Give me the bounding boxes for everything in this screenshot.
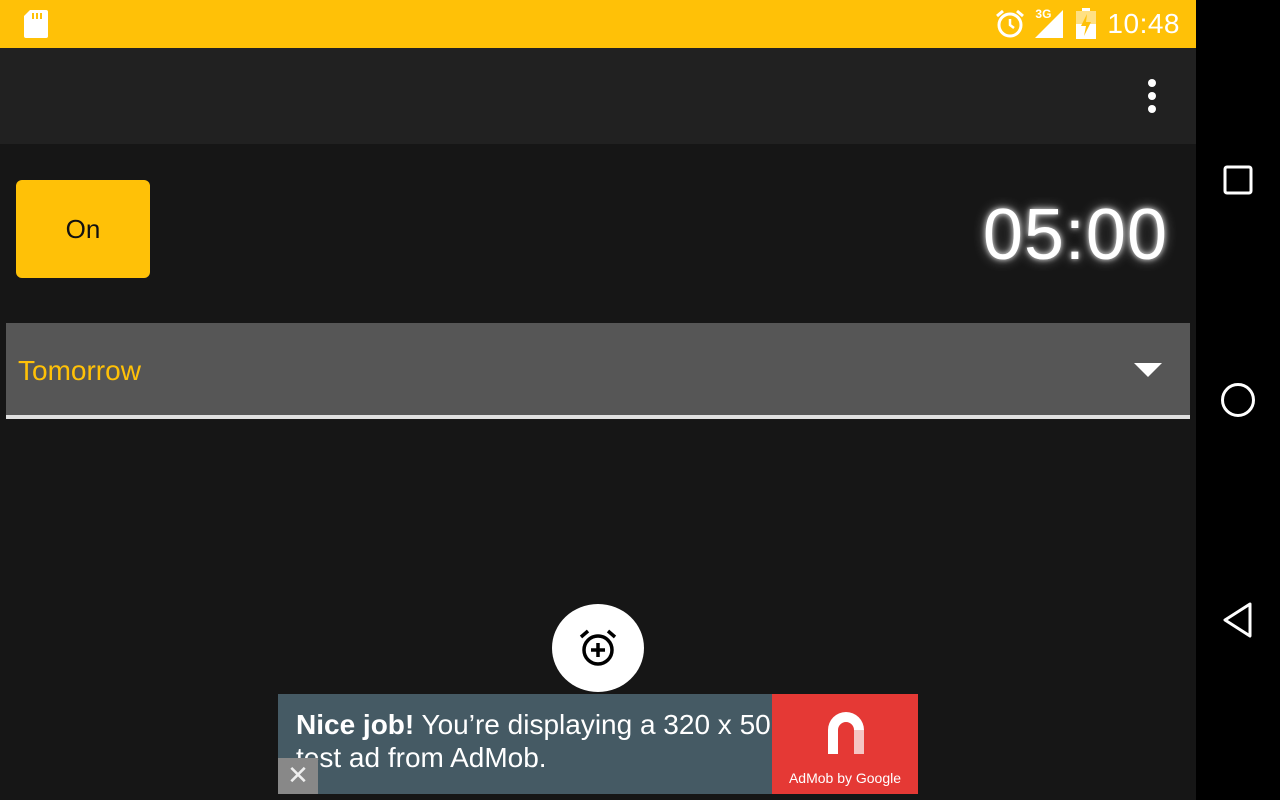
status-clock: 10:48 bbox=[1107, 8, 1180, 39]
admob-caption: AdMob by Google bbox=[788, 770, 902, 786]
add-alarm-icon bbox=[579, 629, 617, 666]
alarm-icon bbox=[996, 9, 1025, 38]
admob-logo: AdMob by Google bbox=[772, 694, 918, 794]
ad-banner[interactable]: Nice job! You’re displaying a 320 x 50 t… bbox=[278, 694, 918, 794]
ad-headline-bold: Nice job! bbox=[296, 709, 415, 740]
overflow-dot bbox=[1148, 92, 1156, 100]
app-bar bbox=[0, 48, 1196, 144]
network-type-label: 3G bbox=[1035, 7, 1052, 21]
navigation-bar bbox=[1196, 0, 1280, 800]
battery-charging-icon bbox=[1076, 8, 1097, 39]
alarm-toggle-button[interactable]: On bbox=[16, 180, 150, 278]
overflow-dot bbox=[1148, 79, 1156, 87]
day-selection-value: Tomorrow bbox=[18, 355, 141, 386]
ad-text: Nice job! You’re displaying a 320 x 50 t… bbox=[296, 708, 776, 774]
sd-card-icon bbox=[24, 10, 48, 38]
dropdown-arrow-icon bbox=[1134, 363, 1162, 377]
status-bar: 3G 10:48 bbox=[0, 0, 1196, 48]
back-icon[interactable] bbox=[1214, 596, 1262, 644]
add-alarm-button[interactable] bbox=[552, 604, 644, 692]
close-icon[interactable]: ✕ bbox=[278, 758, 318, 794]
overflow-dot bbox=[1148, 105, 1156, 113]
admob-logo-icon bbox=[828, 712, 864, 754]
home-icon[interactable] bbox=[1214, 376, 1262, 424]
alarm-time[interactable]: 05:00 bbox=[983, 194, 1168, 276]
more-vert-icon[interactable] bbox=[1132, 76, 1172, 116]
recents-icon[interactable] bbox=[1214, 156, 1262, 204]
day-selection-spinner[interactable]: Tomorrow bbox=[6, 323, 1190, 419]
